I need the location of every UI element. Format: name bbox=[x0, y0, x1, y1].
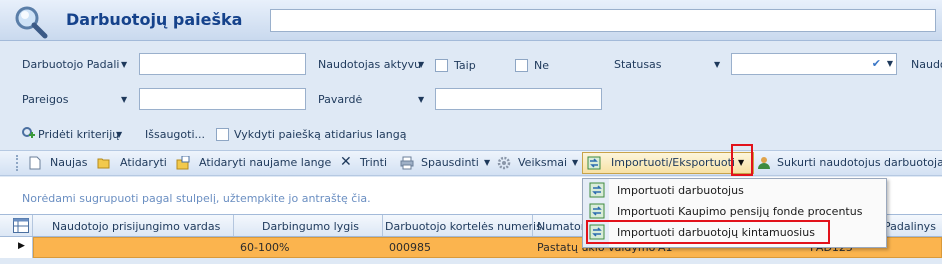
ne-label: Ne bbox=[534, 59, 549, 72]
import-export-icon bbox=[587, 156, 601, 170]
taip-checkbox[interactable] bbox=[435, 59, 448, 72]
user-add-icon[interactable] bbox=[757, 156, 771, 170]
new-button[interactable]: Naujas bbox=[50, 156, 87, 169]
save-criteria-button[interactable]: Išsaugoti... bbox=[145, 128, 205, 141]
printer-icon[interactable] bbox=[400, 156, 414, 170]
filter-label-naudotojas-aktyvus[interactable]: Naudotojas aktyvu bbox=[318, 58, 421, 71]
column-header[interactable]: Numator bbox=[537, 220, 585, 233]
gear-icon[interactable] bbox=[497, 156, 511, 170]
add-criteria-icon[interactable] bbox=[21, 126, 35, 140]
row-indicator[interactable]: ▶ bbox=[0, 237, 33, 258]
delete-x-icon[interactable]: ✕ bbox=[340, 154, 352, 170]
pareigos-input[interactable] bbox=[139, 88, 306, 110]
chevron-down-icon[interactable]: ▼ bbox=[418, 60, 424, 69]
actions-button[interactable]: Veiksmai bbox=[518, 156, 567, 169]
chevron-down-icon[interactable]: ▼ bbox=[887, 59, 893, 68]
chevron-down-icon[interactable]: ▼ bbox=[116, 130, 122, 139]
chevron-down-icon[interactable]: ▼ bbox=[121, 60, 127, 69]
column-header[interactable]: Naudotojo prisijungimo vardas bbox=[52, 220, 220, 233]
darbuotojo-padali-input[interactable] bbox=[139, 53, 306, 75]
group-by-hint: Norėdami sugrupuoti pagal stulpelį, užte… bbox=[22, 192, 371, 205]
column-separator bbox=[532, 215, 533, 236]
chevron-down-icon[interactable]: ▼ bbox=[121, 95, 127, 104]
column-separator bbox=[382, 215, 383, 236]
create-users-button[interactable]: Sukurti naudotojus darbuotojar bbox=[777, 156, 942, 169]
add-criteria-button[interactable]: Pridėti kriterijų bbox=[38, 128, 119, 141]
filter-label-pareigos[interactable]: Pareigos bbox=[22, 93, 68, 106]
column-separator bbox=[32, 215, 33, 236]
column-chooser-icon[interactable] bbox=[13, 218, 29, 233]
print-button[interactable]: Spausdinti bbox=[421, 156, 479, 169]
title-search-input[interactable] bbox=[270, 9, 936, 32]
filter-label-pavarde[interactable]: Pavardė bbox=[318, 93, 362, 106]
menu-item-import-variables[interactable]: Importuoti darbuotojų kintamuosius bbox=[617, 226, 815, 239]
filter-label-naudo[interactable]: Naudo bbox=[911, 58, 942, 71]
chevron-down-icon[interactable]: ▼ bbox=[714, 60, 720, 69]
toolbar-grip[interactable] bbox=[16, 155, 18, 171]
open-button[interactable]: Atidaryti bbox=[120, 156, 167, 169]
cell-card: 000985 bbox=[389, 241, 431, 254]
taip-label: Taip bbox=[454, 59, 476, 72]
menu-item-import-employees[interactable]: Importuoti darbuotojus bbox=[617, 184, 744, 197]
chevron-down-icon[interactable]: ▼ bbox=[572, 158, 578, 167]
chevron-down-icon[interactable]: ▼ bbox=[418, 95, 424, 104]
filter-label-statusas[interactable]: Statusas bbox=[614, 58, 662, 71]
open-folder-icon[interactable] bbox=[97, 156, 111, 170]
run-on-open-label: Vykdyti paiešką atidarius langą bbox=[234, 128, 407, 141]
checkmark-icon: ✔ bbox=[871, 57, 881, 70]
ne-checkbox[interactable] bbox=[515, 59, 528, 72]
column-header[interactable]: Darbingumo lygis bbox=[262, 220, 359, 233]
cell-level: 60-100% bbox=[240, 241, 290, 254]
search-magnifier-icon bbox=[15, 6, 48, 39]
column-header[interactable]: Darbuotojo kortelės numeris bbox=[385, 220, 542, 233]
delete-button[interactable]: Trinti bbox=[360, 156, 387, 169]
import-pension-icon bbox=[589, 203, 605, 219]
import-export-label: Importuoti/Eksportuoti bbox=[611, 156, 735, 169]
open-new-window-button[interactable]: Atidaryti naujame lange bbox=[199, 156, 331, 169]
menu-item-import-pension[interactable]: Importuoti Kaupimo pensijų fonde procent… bbox=[617, 205, 862, 218]
import-export-dropdown-highlight[interactable]: ▼ bbox=[731, 144, 753, 176]
new-document-icon[interactable] bbox=[28, 156, 42, 170]
open-new-window-icon[interactable] bbox=[176, 156, 190, 170]
run-on-open-checkbox[interactable] bbox=[216, 128, 229, 141]
chevron-down-icon[interactable]: ▼ bbox=[484, 158, 490, 167]
chevron-down-icon[interactable]: ▼ bbox=[738, 158, 744, 167]
import-variables-icon bbox=[589, 224, 605, 240]
statusas-select[interactable]: ✔ ▼ bbox=[731, 53, 897, 75]
filter-label-darbuotojo-padali[interactable]: Darbuotojo Padali bbox=[22, 58, 119, 71]
column-separator bbox=[233, 215, 234, 236]
page-title: Darbuotojų paieška bbox=[66, 10, 243, 29]
row-pointer-icon: ▶ bbox=[18, 241, 25, 251]
import-employees-icon bbox=[589, 182, 605, 198]
column-header[interactable]: Padalinys bbox=[884, 220, 936, 233]
pavarde-input[interactable] bbox=[435, 88, 602, 110]
